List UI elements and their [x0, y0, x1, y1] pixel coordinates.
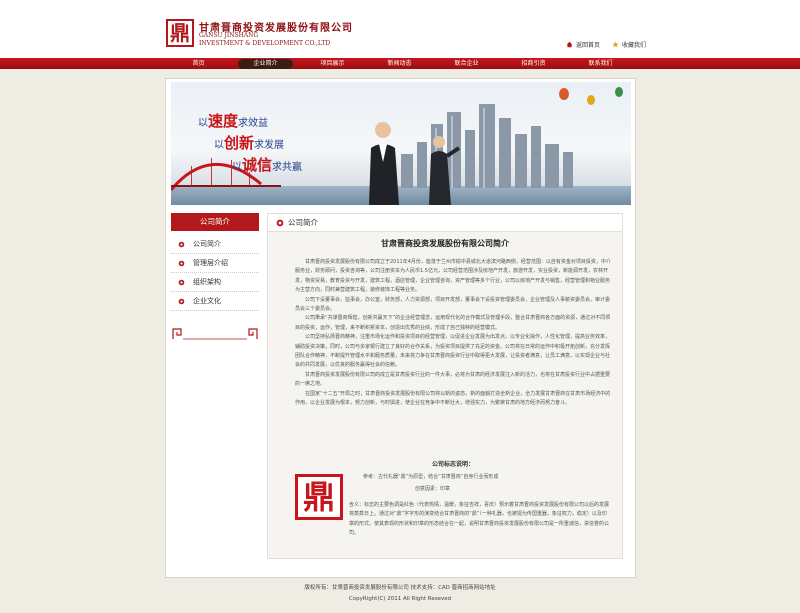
content-section-title: 公司简介 — [288, 218, 318, 227]
nav-item-partners[interactable]: 联合企业 — [433, 58, 500, 69]
content-panel: 公司简介 甘肃晋商投资发展股份有限公司简介 甘肃晋商投资发展股份有限公司成立于2… — [267, 213, 623, 559]
bullet-icon — [178, 241, 185, 247]
logo-factor: 创意因素：印章 — [415, 486, 451, 492]
footer-copyright: 版权所有：甘肃晋商投资发展股份有限公司 技术支持：CAD 晋商招商网站地址 — [304, 585, 496, 591]
article-paragraph: 在国家“十二五”开局之时，甘肃晋商投资发展股份有限公司将以新的姿态，新的面貌打造… — [295, 390, 611, 407]
article-paragraph: 公司坚持弘扬晋商精神，注重市场化运作和投资项目的经营管理，以促进企业发展为出发点… — [295, 334, 611, 369]
sidebar-item-label: 公司简介 — [193, 240, 221, 248]
nav-items: 首页 企业简介 项目展示 新闻动态 联合企业 招商引资 联系我们 — [165, 58, 635, 69]
slogan-integrity-key: 诚信 — [242, 156, 273, 174]
home-link[interactable]: 返回首页 — [566, 40, 600, 49]
home-link-label: 返回首页 — [576, 42, 601, 49]
logo-reference: 参考：古代礼器“鼎”为原型，结合“甘肃晋商”自身行业而形成 — [363, 474, 499, 480]
home-icon — [566, 41, 573, 48]
hero-banner: 以速度求效益 以创新求发展 以诚信求共赢 — [171, 82, 631, 205]
slogan-innovation-suffix: 求发展 — [254, 140, 285, 151]
slogan-innovation: 以创新求发展 — [214, 132, 284, 153]
logo-heading: 公司标志说明： — [431, 461, 474, 468]
content-header: 公司简介 — [268, 214, 622, 232]
article-paragraph: 甘肃晋商投资发展股份有限公司的成立是甘肃投资行业的一件大事，必将为甘肃的经济发展… — [295, 371, 611, 388]
favorite-link[interactable]: 收藏我们 — [612, 40, 646, 49]
slogan-speed-prefix: 以 — [198, 118, 208, 129]
logo-explanation: 公司标志说明： 参考：古代礼器“鼎”为原型，结合“甘肃晋商”自身行业而形成 创意… — [295, 459, 611, 539]
sidebar-menu: 公司简介 管理层介绍 组织架构 企业文化 — [171, 235, 259, 311]
businessman-1 — [369, 122, 399, 205]
slogan-speed: 以速度求效益 — [198, 110, 268, 131]
star-icon — [612, 41, 619, 48]
sidebar-item-culture[interactable]: 企业文化 — [171, 292, 259, 311]
article-paragraph: 公司下设董事会，监事会，办公室，财务部，人力资源部，项目开发部，董事会下设投资管… — [295, 296, 611, 313]
nav-item-about[interactable]: 企业简介 — [238, 59, 293, 69]
company-name-en-line2: INVESTMENT & DEVELOPMENT CO.,LTD — [199, 39, 331, 47]
slogan-innovation-key: 创新 — [224, 134, 255, 152]
sidebar-title: 公司简介 — [171, 213, 259, 231]
logo-stamp-char: 鼎 — [170, 21, 190, 45]
bullet-icon — [178, 260, 185, 266]
company-logo[interactable]: 鼎 — [166, 19, 194, 47]
company-name-en-line1: GANSU JINSHANG — [199, 32, 259, 39]
section-icon — [276, 219, 284, 226]
nav-item-projects[interactable]: 项目展示 — [299, 58, 366, 69]
logo-description: 含义：标志的主要色调是红色（代表热情，温暖，象征吉祥，喜庆）预示着甘肃晋商投资发… — [349, 502, 610, 537]
article-paragraph: 公司秉承“共谋晋商辉煌，创新共赢天下”的企业经营理念，运用现代化的合作模式及管理… — [295, 315, 611, 331]
header: 鼎 甘肃晋商投资发展股份有限公司 GANSU JINSHANG INVESTME… — [0, 0, 800, 58]
top-links: 返回首页 收藏我们 — [566, 40, 646, 49]
main-container: 以速度求效益 以创新求发展 以诚信求共赢 公司简介 公司简介 管理层介绍 组织架… — [165, 78, 636, 578]
large-logo: 鼎 — [295, 474, 343, 520]
company-name-en: GANSU JINSHANG INVESTMENT & DEVELOPMENT … — [199, 32, 330, 47]
nav-item-contact[interactable]: 联系我们 — [567, 58, 634, 69]
nav-item-investment[interactable]: 招商引资 — [500, 58, 567, 69]
slogan-speed-suffix: 求效益 — [238, 118, 269, 129]
slogan-speed-key: 速度 — [208, 112, 239, 130]
article-title: 甘肃晋商投资发展股份有限公司简介 — [381, 239, 509, 248]
sidebar-item-management[interactable]: 管理层介绍 — [171, 254, 259, 273]
slogan-integrity-suffix: 求共赢 — [272, 162, 303, 173]
footer-rights: CopyRight(C) 2011 All Right Reseved — [348, 596, 452, 602]
favorite-link-label: 收藏我们 — [622, 42, 647, 49]
sidebar-item-label: 组织架构 — [193, 278, 221, 286]
article-body: 甘肃晋商投资发展股份有限公司成立于2011年4月份，座落于兰州市榆中县城北大道滨… — [295, 258, 611, 409]
sidebar-decoration — [172, 328, 258, 340]
sidebar-item-intro[interactable]: 公司简介 — [171, 235, 259, 254]
main-nav: 首页 企业简介 项目展示 新闻动态 联合企业 招商引资 联系我们 — [0, 58, 800, 69]
nav-item-news[interactable]: 新闻动态 — [366, 58, 433, 69]
slogan-innovation-prefix: 以 — [214, 140, 224, 151]
article-paragraph: 甘肃晋商投资发展股份有限公司成立于2011年4月份，座落于兰州市榆中县城北大道滨… — [295, 259, 611, 294]
nav-item-home[interactable]: 首页 — [165, 58, 232, 69]
slogan-integrity-prefix: 以 — [232, 162, 242, 173]
sidebar-item-label: 企业文化 — [193, 297, 221, 305]
sidebar-item-label: 管理层介绍 — [193, 259, 228, 267]
footer: 版权所有：甘肃晋商投资发展股份有限公司 技术支持：CAD 晋商招商网站地址 Co… — [0, 583, 800, 605]
bullet-icon — [178, 298, 185, 304]
bullet-icon — [178, 279, 185, 285]
large-logo-char: 鼎 — [302, 478, 335, 516]
slogan-integrity: 以诚信求共赢 — [232, 154, 302, 175]
sidebar-item-structure[interactable]: 组织架构 — [171, 273, 259, 292]
